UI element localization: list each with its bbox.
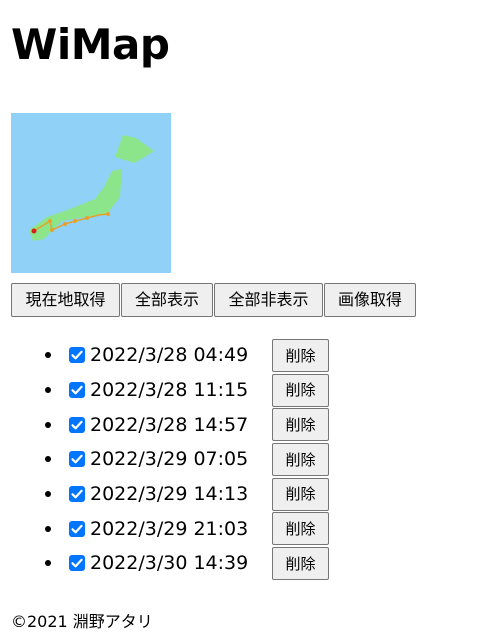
toolbar: 現在地取得 全部表示 全部非表示 画像取得 [11, 283, 417, 317]
timestamp-label: 2022/3/28 11:15 [90, 379, 249, 402]
timestamp-label: 2022/3/29 21:03 [90, 517, 249, 540]
hokkaido-landmass [115, 135, 154, 163]
visibility-checkbox[interactable] [69, 555, 85, 572]
delete-button[interactable]: 削除 [272, 512, 329, 546]
track-point [48, 219, 52, 223]
timestamp-label: 2022/3/30 14:39 [90, 552, 249, 575]
timestamp-label: 2022/3/28 14:57 [90, 413, 249, 436]
bullet-icon [45, 387, 51, 394]
timestamp-label: 2022/3/28 04:49 [90, 344, 249, 367]
delete-button[interactable]: 削除 [272, 373, 329, 407]
delete-button[interactable]: 削除 [272, 339, 329, 372]
visibility-checkbox[interactable] [69, 486, 85, 503]
bullet-icon [45, 525, 51, 532]
copyright-footer: ©2021 淵野アタリ [11, 612, 153, 631]
bullet-icon [45, 352, 51, 359]
visibility-checkbox[interactable] [69, 347, 85, 364]
bullet-icon [45, 560, 51, 567]
delete-button[interactable]: 削除 [272, 547, 329, 581]
delete-button[interactable]: 削除 [272, 443, 329, 477]
timestamp-label: 2022/3/29 14:13 [90, 483, 249, 506]
get-location-button[interactable]: 現在地取得 [11, 283, 120, 317]
page-title: WiMap [11, 20, 170, 69]
visibility-checkbox[interactable] [69, 382, 85, 399]
delete-button[interactable]: 削除 [272, 408, 329, 442]
track-point [63, 222, 67, 226]
delete-button[interactable]: 削除 [272, 477, 329, 511]
track-point [73, 219, 77, 223]
track-point [50, 228, 54, 232]
timestamp-label: 2022/3/29 07:05 [90, 448, 249, 471]
track-point [106, 212, 110, 216]
bullet-icon [45, 456, 51, 463]
bullet-icon [45, 421, 51, 428]
bullet-icon [45, 491, 51, 498]
visibility-checkbox[interactable] [69, 416, 85, 433]
map-image [11, 113, 171, 273]
hide-all-button[interactable]: 全部非表示 [214, 283, 323, 317]
show-all-button[interactable]: 全部表示 [121, 283, 213, 317]
get-image-button[interactable]: 画像取得 [324, 283, 416, 317]
current-location-marker [31, 228, 37, 234]
visibility-checkbox[interactable] [69, 520, 85, 537]
track-point [85, 216, 89, 220]
visibility-checkbox[interactable] [69, 451, 85, 468]
honshu-landmass [29, 169, 122, 241]
